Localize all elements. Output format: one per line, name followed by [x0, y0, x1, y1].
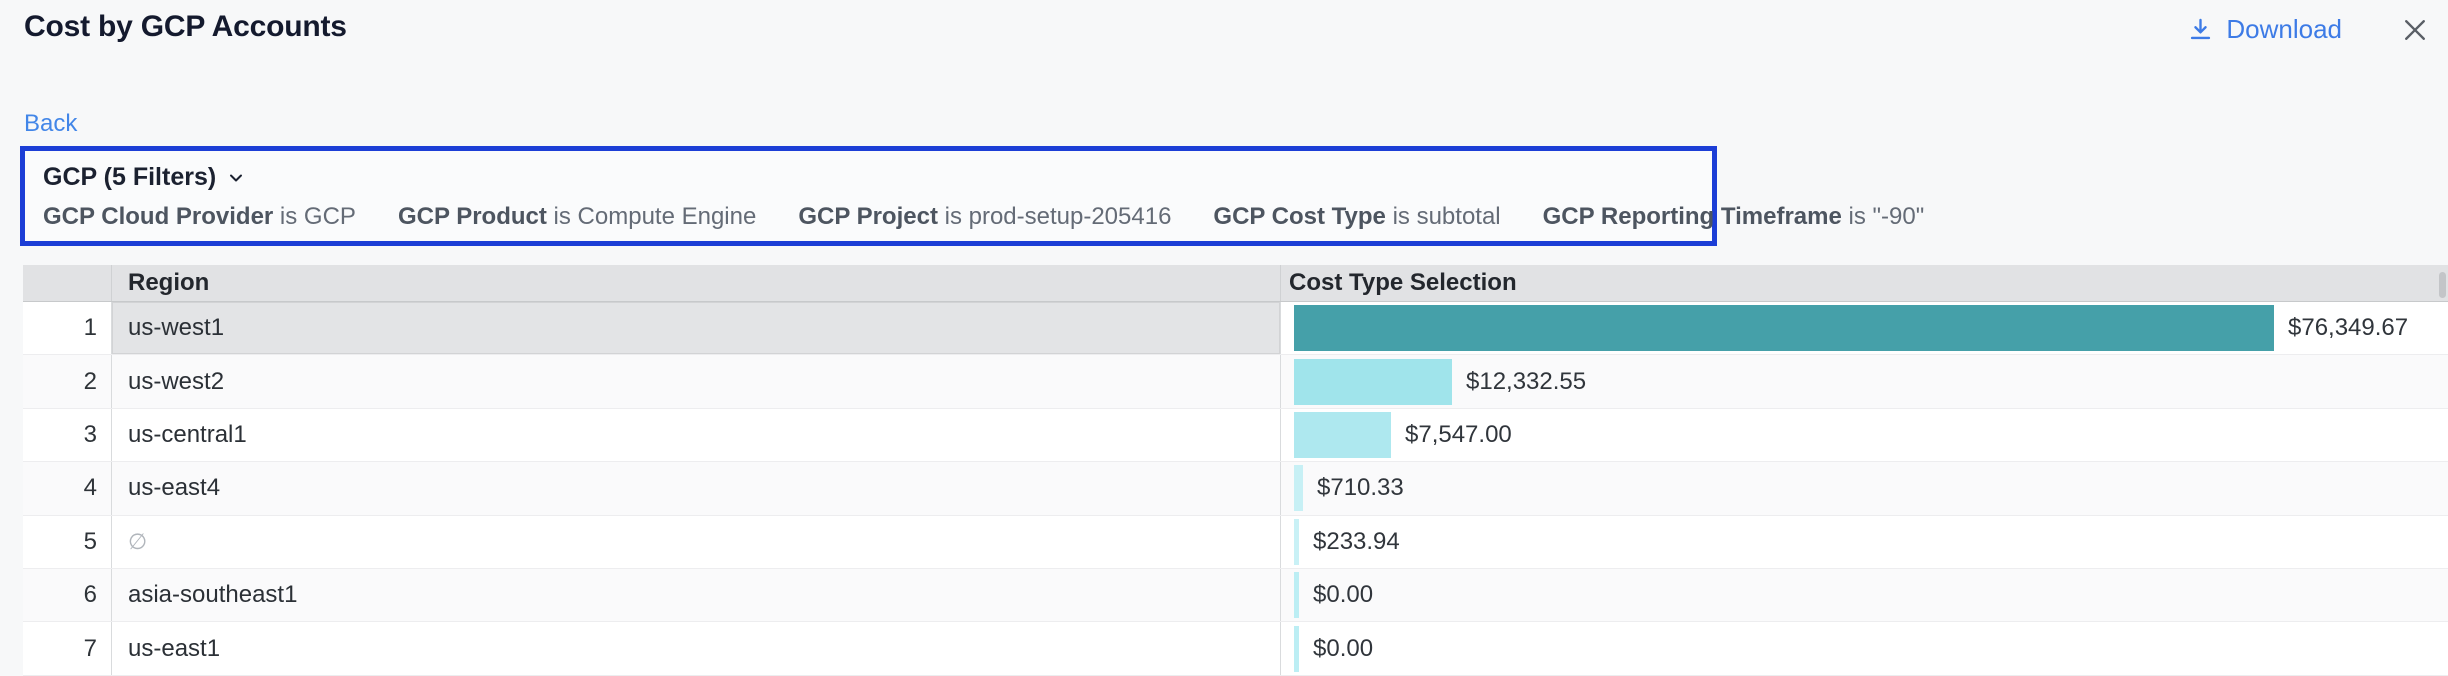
- filter-condition: GCP Product is Compute Engine: [398, 203, 756, 231]
- filter-field-name: GCP Project: [798, 203, 938, 230]
- row-number: 5: [23, 516, 111, 568]
- table-row[interactable]: 5∅ $233.94: [23, 516, 2448, 569]
- cost-bar[interactable]: [1294, 572, 1299, 618]
- filter-field-name: GCP Reporting Timeframe: [1543, 203, 1842, 230]
- cost-value-label: $0.00: [1313, 581, 1373, 609]
- cost-cell: $710.33: [1280, 462, 2448, 514]
- filter-condition: GCP Cost Type is subtotal: [1213, 203, 1500, 231]
- download-label: Download: [2226, 14, 2342, 45]
- filter-field-value: is "-90": [1842, 203, 1924, 230]
- region-cell[interactable]: asia-southeast1: [111, 569, 1280, 621]
- table-row[interactable]: 1us-west1 $76,349.67: [23, 302, 2448, 355]
- region-column-header[interactable]: Region: [111, 265, 1280, 301]
- table-row[interactable]: 2us-west2 $12,332.55: [23, 355, 2448, 408]
- region-cell[interactable]: us-west1: [111, 302, 1280, 354]
- cost-bar[interactable]: [1294, 359, 1452, 405]
- row-number: 4: [23, 462, 111, 514]
- filters-box: GCP (5 Filters) GCP Cloud Provider is GC…: [20, 146, 1717, 246]
- cost-column-header[interactable]: Cost Type Selection: [1280, 265, 2448, 301]
- table-row[interactable]: 7us-east1 $0.00: [23, 622, 2448, 675]
- close-button[interactable]: [2400, 15, 2430, 45]
- chevron-down-icon: [226, 168, 246, 188]
- row-number: 6: [23, 569, 111, 621]
- cost-cell: $0.00: [1280, 569, 2448, 621]
- filters-dropdown[interactable]: GCP (5 Filters): [43, 163, 246, 192]
- filters-summary-label: GCP (5 Filters): [43, 163, 216, 192]
- cost-bar[interactable]: [1294, 626, 1299, 672]
- back-link[interactable]: Back: [24, 110, 77, 138]
- filter-conditions: GCP Cloud Provider is GCP GCP Product is …: [43, 203, 1712, 231]
- cost-bar[interactable]: [1294, 305, 2274, 351]
- cost-value-label: $12,332.55: [1466, 368, 1586, 396]
- cost-cell: $233.94: [1280, 516, 2448, 568]
- scrollbar-thumb[interactable]: [2439, 272, 2446, 298]
- row-number: 7: [23, 622, 111, 674]
- region-cell[interactable]: us-east4: [111, 462, 1280, 514]
- table-row[interactable]: 4us-east4 $710.33: [23, 462, 2448, 515]
- cost-value-label: $7,547.00: [1405, 421, 1512, 449]
- filter-condition: GCP Project is prod-setup-205416: [798, 203, 1171, 231]
- cost-bar[interactable]: [1294, 519, 1299, 565]
- filter-field-name: GCP Product: [398, 203, 547, 230]
- cost-value-label: $233.94: [1313, 528, 1400, 556]
- region-cell[interactable]: us-east1: [111, 622, 1280, 674]
- download-icon: [2187, 16, 2214, 43]
- table-row[interactable]: 3us-central1 $7,547.00: [23, 409, 2448, 462]
- cost-cell: $0.00: [1280, 622, 2448, 674]
- region-cell[interactable]: ∅: [111, 516, 1280, 568]
- filter-field-value: is GCP: [273, 203, 356, 230]
- cost-bar[interactable]: [1294, 412, 1391, 458]
- topbar-actions: Download: [2187, 14, 2430, 45]
- filter-field-value: is Compute Engine: [547, 203, 756, 230]
- cost-cell: $7,547.00: [1280, 409, 2448, 461]
- table-row[interactable]: 6asia-southeast1 $0.00: [23, 569, 2448, 622]
- close-icon: [2400, 15, 2430, 45]
- cost-bar[interactable]: [1294, 465, 1303, 511]
- table-body: 1us-west1$76,349.672us-west2$12,332.553u…: [23, 302, 2448, 676]
- page-title: Cost by GCP Accounts: [24, 10, 347, 44]
- filter-field-value: is subtotal: [1386, 203, 1501, 230]
- table-header-row: Region Cost Type Selection: [23, 265, 2448, 302]
- filter-condition: GCP Cloud Provider is GCP: [43, 203, 356, 231]
- row-number: 2: [23, 355, 111, 407]
- region-cell[interactable]: us-central1: [111, 409, 1280, 461]
- cost-table: Region Cost Type Selection 1us-west1 $76,…: [23, 265, 2448, 676]
- filter-field-name: GCP Cloud Provider: [43, 203, 273, 230]
- filter-field-name: GCP Cost Type: [1213, 203, 1385, 230]
- filter-condition: GCP Reporting Timeframe is "-90": [1543, 203, 1925, 231]
- cost-cell: $76,349.67: [1280, 302, 2448, 354]
- cost-value-label: $76,349.67: [2288, 314, 2408, 342]
- cost-value-label: $0.00: [1313, 635, 1373, 663]
- cost-value-label: $710.33: [1317, 474, 1404, 502]
- row-number: 1: [23, 302, 111, 354]
- row-number: 3: [23, 409, 111, 461]
- row-number-column-header: [23, 265, 111, 301]
- filter-field-value: is prod-setup-205416: [938, 203, 1171, 230]
- region-cell[interactable]: us-west2: [111, 355, 1280, 407]
- cost-cell: $12,332.55: [1280, 355, 2448, 407]
- download-button[interactable]: Download: [2187, 14, 2342, 45]
